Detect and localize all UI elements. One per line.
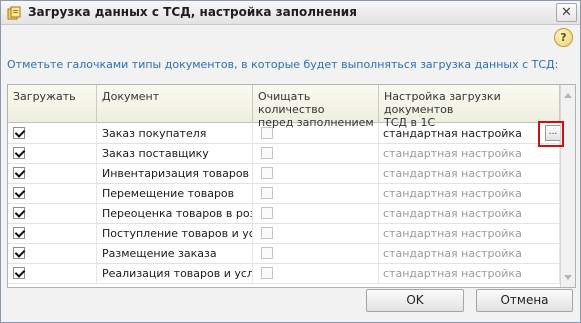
load-checkbox[interactable]: [13, 187, 25, 199]
load-setting-value[interactable]: стандартная настройка: [379, 244, 560, 263]
document-name: Перемещение товаров: [97, 184, 253, 203]
header-clear-line1: Очищать количество: [258, 90, 325, 116]
clear-quantity-cell: [253, 244, 379, 263]
load-setting-value[interactable]: стандартная настройка: [379, 184, 560, 203]
load-cell: [8, 144, 97, 163]
clear-quantity-cell: [253, 184, 379, 203]
load-cell: [8, 124, 97, 143]
clear-quantity-checkbox[interactable]: [261, 187, 273, 199]
load-cell: [8, 164, 97, 183]
table-row[interactable]: Переоценка товаров в роз... стандартная н…: [8, 204, 560, 224]
header-load-label: Загружать: [13, 90, 76, 103]
clear-quantity-cell: [253, 124, 379, 143]
vertical-scrollbar[interactable]: [560, 85, 575, 287]
document-name: Переоценка товаров в роз...: [97, 204, 253, 223]
clear-quantity-checkbox[interactable]: [261, 207, 273, 219]
load-cell: [8, 204, 97, 223]
help-icon[interactable]: ?: [554, 28, 573, 47]
document-name: Заказ поставщику: [97, 144, 253, 163]
load-checkbox[interactable]: [13, 247, 25, 259]
load-checkbox[interactable]: [13, 127, 25, 139]
clear-quantity-checkbox[interactable]: [261, 127, 273, 139]
clear-quantity-cell: [253, 144, 379, 163]
scroll-down-icon[interactable]: [564, 275, 572, 280]
document-types-table[interactable]: Загружать Документ Очищать количество пе…: [7, 84, 576, 288]
load-setting-value[interactable]: стандартная настройка: [379, 264, 560, 283]
clear-quantity-cell: [253, 164, 379, 183]
load-checkbox[interactable]: [13, 147, 25, 159]
load-checkbox[interactable]: [13, 207, 25, 219]
open-setting-button[interactable]: ...: [545, 125, 561, 141]
title-bar[interactable]: Загрузка данных с ТСД, настройка заполне…: [1, 1, 580, 25]
cancel-button[interactable]: Отмена: [476, 289, 573, 312]
instruction-text: Отметьте галочками типы документов, в ко…: [7, 58, 559, 71]
dialog-window: Загрузка данных с ТСД, настройка заполне…: [0, 0, 581, 323]
table-row[interactable]: Инвентаризация товаров н... стандартная н…: [8, 164, 560, 184]
close-button[interactable]: ✕: [556, 3, 577, 22]
table-row[interactable]: Поступление товаров и ус... стандартная н…: [8, 224, 560, 244]
clear-quantity-checkbox[interactable]: [261, 167, 273, 179]
table-row[interactable]: Реализация товаров и услуг стандартная на…: [8, 264, 560, 284]
load-cell: [8, 264, 97, 283]
header-load[interactable]: Загружать: [8, 85, 97, 123]
clear-quantity-cell: [253, 224, 379, 243]
document-name: Размещение заказа: [97, 244, 253, 263]
header-document[interactable]: Документ: [97, 85, 253, 123]
header-setting-line1: Настройка загрузки документов: [384, 90, 501, 116]
load-setting-value[interactable]: стандартная настройка: [379, 164, 560, 183]
load-setting-value[interactable]: стандартная настройка: [379, 124, 560, 143]
table-row[interactable]: Перемещение товаров стандартная настройка: [8, 184, 560, 204]
load-cell: [8, 224, 97, 243]
document-name: Поступление товаров и ус...: [97, 224, 253, 243]
document-name: Инвентаризация товаров н...: [97, 164, 253, 183]
scroll-up-icon[interactable]: [564, 93, 572, 98]
document-name: Заказ покупателя: [97, 124, 253, 143]
load-cell: [8, 184, 97, 203]
load-setting-value[interactable]: стандартная настройка: [379, 224, 560, 243]
load-checkbox[interactable]: [13, 227, 25, 239]
clear-quantity-checkbox[interactable]: [261, 247, 273, 259]
clear-quantity-checkbox[interactable]: [261, 267, 273, 279]
table-row[interactable]: Размещение заказа стандартная настройка: [8, 244, 560, 264]
ok-button[interactable]: OK: [366, 289, 464, 312]
load-setting-value[interactable]: стандартная настройка: [379, 144, 560, 163]
window-title: Загрузка данных с ТСД, настройка заполне…: [28, 5, 357, 19]
clear-quantity-checkbox[interactable]: [261, 147, 273, 159]
load-cell: [8, 244, 97, 263]
clear-quantity-checkbox[interactable]: [261, 227, 273, 239]
document-name: Реализация товаров и услуг: [97, 264, 253, 283]
header-document-label: Документ: [102, 90, 160, 103]
header-clear-quantity[interactable]: Очищать количество перед заполнением: [253, 85, 379, 129]
table-row[interactable]: Заказ поставщику стандартная настройка: [8, 144, 560, 164]
load-checkbox[interactable]: [13, 267, 25, 279]
header-load-setting[interactable]: Настройка загрузки документов ТСД в 1С: [379, 85, 560, 129]
clear-quantity-cell: [253, 204, 379, 223]
load-setting-value[interactable]: стандартная настройка: [379, 204, 560, 223]
load-checkbox[interactable]: [13, 167, 25, 179]
table-row[interactable]: Заказ покупателя стандартная настройка: [8, 124, 560, 144]
clear-quantity-cell: [253, 264, 379, 283]
app-icon: [7, 6, 21, 20]
